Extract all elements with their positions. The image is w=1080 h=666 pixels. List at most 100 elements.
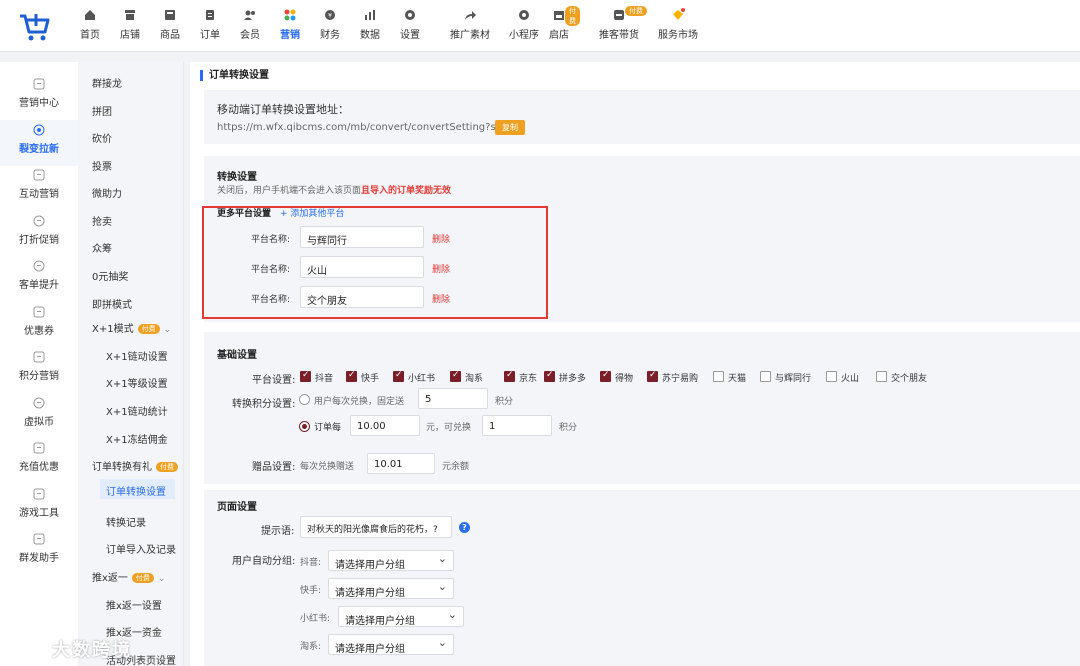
rail-item-7[interactable]: 虚拟币	[0, 393, 78, 439]
submenu-item-9[interactable]: X+1模式 付费 ⌄	[92, 320, 171, 335]
rail-item-4[interactable]: 客单提升	[0, 256, 78, 302]
nav-item-1[interactable]: 店铺	[110, 6, 150, 41]
platform-checkbox[interactable]	[713, 371, 724, 382]
submenu-item-3[interactable]: 投票	[92, 158, 112, 173]
tip-input[interactable]: 对秋天的阳光像腐食后的花朽，?	[300, 516, 452, 538]
nav-item-2[interactable]: 商品	[150, 6, 190, 41]
submenu-item-6[interactable]: 众筹	[92, 240, 112, 255]
nav-item-11[interactable]: 启店 付费	[539, 6, 580, 41]
send-icon	[33, 169, 45, 181]
nav-item-8[interactable]: 设置	[390, 6, 430, 41]
platform-checkbox[interactable]	[600, 370, 611, 382]
user-group-select[interactable]: 请选择用户分组	[338, 606, 464, 627]
rail-item-5[interactable]: 优惠券	[0, 302, 78, 348]
rail-item-label: 互动营销	[19, 189, 59, 200]
platform-checkbox[interactable]	[647, 370, 658, 382]
submenu-item-13[interactable]: X+1冻结佣金	[106, 431, 168, 446]
page-title: 订单转换设置	[200, 70, 269, 81]
submenu-item-0[interactable]: 群接龙	[92, 75, 122, 90]
submenu-item-7[interactable]: 0元抽奖	[92, 268, 128, 283]
submenu-item-8[interactable]: 即拼模式	[92, 296, 132, 311]
submenu-item-5[interactable]: 抢卖	[92, 213, 112, 228]
fixed-points-radio[interactable]	[299, 394, 310, 405]
submenu-item-4[interactable]: 微助力	[92, 185, 122, 200]
submenu-item-10[interactable]: X+1链动设置	[106, 348, 168, 363]
nav-item-3[interactable]: 订单	[190, 6, 230, 41]
convert-desc-warning: 且导入的订单奖励无效	[361, 186, 452, 196]
rail-item-label: 优惠券	[24, 325, 54, 337]
nav-item-0[interactable]: 首页	[70, 6, 110, 41]
fixed-points-input[interactable]: 5	[418, 388, 488, 409]
chevron-icon[interactable]: ⌄	[164, 325, 172, 335]
platform-checkbox[interactable]	[760, 371, 771, 382]
nav-item-9[interactable]: 推广素材	[440, 6, 500, 41]
submenu-item-label: 转换记录	[106, 518, 146, 529]
order-points-unit: 积分	[559, 423, 578, 433]
recharge-icon	[33, 442, 45, 454]
platform-checkbox[interactable]	[504, 370, 515, 382]
group-platform-label: 淘系:	[300, 642, 322, 652]
submenu-item-1[interactable]: 拼团	[92, 103, 112, 118]
nav-item-6[interactable]: ¥ 财务	[310, 6, 350, 41]
rail-item-3[interactable]: 打折促销	[0, 211, 78, 257]
submenu-item-14[interactable]: 订单转换有礼付费 ›	[92, 458, 183, 473]
order-points-input[interactable]: 1	[482, 415, 552, 436]
sub-menu: 群接龙拼团砍价投票微助力抢卖众筹 0元抽奖即拼模式 X+1模式 付费 ⌄ X+1链动设置 X…	[78, 62, 184, 666]
points-settings-label: 转换积分设置:	[232, 399, 296, 410]
rail-item-1[interactable]: 裂变拉新	[0, 119, 78, 166]
nav-item-label: 启店	[549, 30, 569, 41]
nav-item-7[interactable]: 数据	[350, 6, 390, 41]
platform-checkbox[interactable]	[450, 370, 461, 382]
tip-label: 提示语:	[261, 526, 295, 537]
rail-item-6[interactable]: 积分营销	[0, 347, 78, 393]
watermark-text: 大数跨境	[52, 640, 132, 661]
copy-button[interactable]: 复制	[495, 120, 525, 135]
nav-item-label: 首页	[80, 30, 100, 41]
submenu-item-18[interactable]: 推x返一 付费 ⌄	[92, 569, 165, 584]
nav-item-5[interactable]: 营销	[270, 6, 310, 41]
gift-value-input[interactable]: 10.01	[367, 453, 435, 474]
submenu-item-19[interactable]: 推x返一设置	[106, 597, 162, 612]
user-group-label: 用户自动分组:	[232, 556, 296, 567]
platform-checkbox[interactable]	[300, 370, 311, 382]
order-points-radio[interactable]	[299, 421, 310, 432]
submenu-item-label: 0元抽奖	[92, 272, 129, 283]
platform-checkbox[interactable]	[826, 371, 837, 382]
nav-item-12[interactable]: 推客带货 付费	[589, 6, 649, 41]
nav-item-label: 推广素材	[450, 30, 490, 41]
submenu-item-label: 投票	[92, 162, 112, 173]
rail-item-8[interactable]: 充值优惠	[0, 438, 78, 484]
platform-checkbox[interactable]	[393, 370, 404, 382]
submenu-item-15[interactable]: 订单转换设置	[100, 479, 175, 499]
user-group-select[interactable]: 请选择用户分组	[328, 550, 454, 571]
platform-checkbox[interactable]	[346, 370, 357, 382]
user-group-select[interactable]: 请选择用户分组	[328, 634, 454, 655]
chevron-icon[interactable]: ⌄	[158, 574, 166, 584]
platform-checkbox[interactable]	[876, 371, 887, 382]
submenu-item-11[interactable]: X+1等级设置	[106, 375, 168, 390]
submenu-item-17[interactable]: 订单导入及记录	[106, 541, 176, 556]
submenu-item-label: 订单导入及记录	[106, 545, 176, 556]
user-group-select[interactable]: 请选择用户分组	[328, 578, 454, 599]
rail-item-2[interactable]: 互动营销	[0, 165, 78, 211]
game-icon	[33, 488, 45, 500]
rail-item-0[interactable]: 营销中心	[0, 74, 78, 120]
mobile-url-text: https://m.wfx.qibcms.com/mb/convert/conv…	[217, 122, 520, 133]
fission-icon	[33, 124, 45, 136]
rail-item-label: 积分营销	[19, 371, 59, 382]
help-icon[interactable]: ?	[459, 522, 470, 533]
chevron-icon[interactable]: ›	[182, 463, 183, 473]
nav-item-4[interactable]: 会员	[230, 6, 270, 41]
rail-item-10[interactable]: 群发助手	[0, 529, 78, 575]
basic-settings-panel: 基础设置 平台设置: 转换积分设置: 用户每次兑换，固定送 5 积分 订单每 1…	[204, 332, 1080, 484]
platform-checkbox[interactable]	[544, 370, 555, 382]
submenu-item-label: X+1等级设置	[106, 379, 168, 390]
submenu-item-12[interactable]: X+1链动统计	[106, 403, 168, 418]
submenu-item-16[interactable]: 转换记录	[106, 514, 146, 529]
nav-item-13[interactable]: 服务市场	[648, 6, 708, 41]
submenu-item-2[interactable]: 砍价	[92, 130, 112, 145]
order-amount-input[interactable]: 10.00	[350, 415, 420, 436]
submenu-item-label: X+1冻结佣金	[106, 435, 168, 446]
rail-item-9[interactable]: 游戏工具	[0, 484, 78, 530]
marketing-icon	[283, 8, 297, 22]
